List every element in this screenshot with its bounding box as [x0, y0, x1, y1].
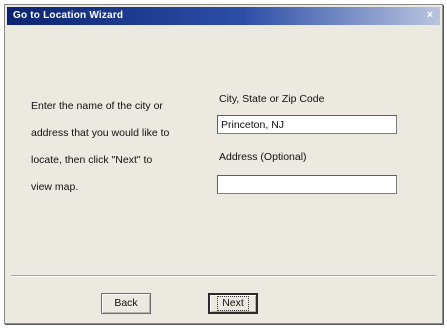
wizard-window: Go to Location Wizard × Enter the name o… — [4, 4, 443, 324]
title-bar[interactable]: Go to Location Wizard × — [7, 7, 440, 25]
city-input[interactable] — [217, 115, 397, 134]
instructions-line: Enter the name of the city or — [31, 100, 163, 112]
city-label: City, State or Zip Code — [219, 93, 325, 105]
address-input[interactable] — [217, 175, 397, 194]
next-button-label: Next — [217, 296, 249, 311]
back-button[interactable]: Back — [101, 293, 151, 314]
instructions-line: view map. — [31, 181, 79, 193]
instructions-text: Enter the name of the city or address th… — [31, 93, 201, 201]
instructions-line: address that you would like to — [31, 127, 170, 139]
button-separator — [11, 275, 436, 277]
close-icon[interactable]: × — [424, 9, 436, 21]
next-button[interactable]: Next — [208, 293, 258, 314]
instructions-line: locate, then click "Next" to — [31, 154, 153, 166]
window-title: Go to Location Wizard — [13, 10, 124, 21]
address-label: Address (Optional) — [219, 151, 307, 163]
